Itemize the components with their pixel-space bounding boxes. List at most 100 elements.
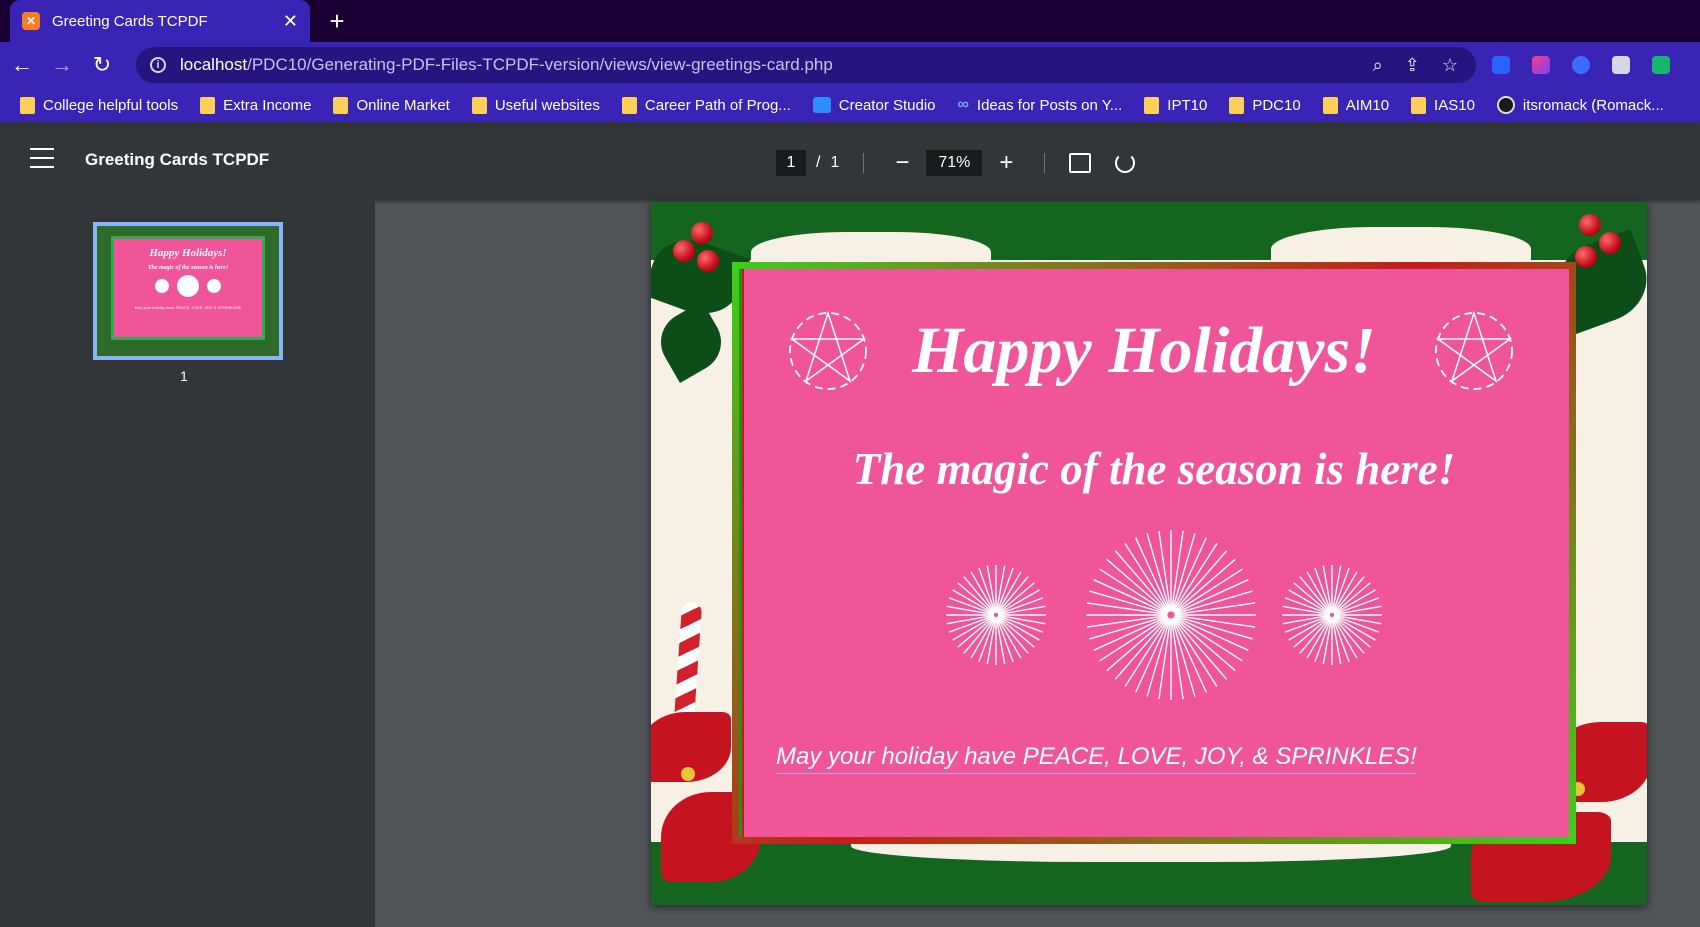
tab-title: Greeting Cards TCPDF — [52, 12, 208, 30]
starburst-left-icon — [946, 565, 1046, 665]
thumbnail-footer: May your holiday have PEACE, LOVE, JOY, … — [134, 305, 242, 310]
total-pages: 1 — [830, 154, 840, 171]
holly-berry — [673, 240, 695, 262]
page-separator: / — [816, 154, 821, 171]
zoom-icon[interactable]: ⌕ — [1373, 55, 1383, 76]
folder-icon — [621, 96, 637, 114]
folder-icon — [471, 96, 487, 114]
fit-to-page-icon[interactable] — [1069, 153, 1092, 173]
thumbnail-sidebar: Happy Holidays! The magic of the season … — [0, 200, 375, 927]
bookmark-label: AIM10 — [1345, 96, 1390, 114]
bookmark-label: Ideas for Posts on Y... — [976, 96, 1123, 114]
pdf-page: Happy Holidays! The magic of the season … — [651, 202, 1647, 905]
forward-button[interactable]: → — [44, 47, 80, 83]
new-tab-button[interactable]: + — [322, 6, 352, 36]
zoom-input[interactable]: 71% — [926, 150, 983, 176]
camera-extension-icon[interactable] — [1612, 56, 1630, 74]
bookmark-label: IAS10 — [1434, 96, 1475, 114]
folder-icon — [333, 96, 349, 114]
back-button[interactable]: ← — [4, 47, 40, 83]
close-tab-icon[interactable]: ✕ — [283, 11, 298, 32]
reload-button[interactable]: ↻ — [84, 47, 120, 83]
bookmark-item[interactable]: ∞ Ideas for Posts on Y... — [958, 96, 1123, 114]
url-path: /PDC10/Generating-PDF-Files-TCPDF-versio… — [247, 55, 833, 74]
pentagram-right-icon — [1435, 310, 1513, 390]
extension-icon[interactable] — [1572, 56, 1590, 74]
meta-icon: ∞ — [957, 96, 969, 113]
site-info-icon[interactable]: i — [150, 57, 166, 73]
bookmark-label: Online Market — [356, 96, 450, 114]
bookmark-star-icon[interactable]: ☆ — [1442, 55, 1458, 76]
bookmark-item[interactable]: IAS10 — [1411, 96, 1475, 114]
bookmark-label: Creator Studio — [838, 96, 936, 114]
page-thumbnail[interactable]: Happy Holidays! The magic of the season … — [93, 222, 283, 360]
bookmark-label: itsromack (Romack... — [1522, 96, 1664, 114]
pdf-toolbar: Greeting Cards TCPDF 1 / 1 − 71% + — [0, 122, 1700, 200]
flower-center — [681, 767, 695, 781]
card-footer-link[interactable]: May your holiday have PEACE, LOVE, JOY, … — [776, 743, 1417, 774]
holly-berry — [697, 250, 719, 272]
starburst-center-icon — [1086, 530, 1256, 700]
grammarly-extension-icon[interactable] — [1652, 56, 1670, 74]
address-bar[interactable]: i localhost/PDC10/Generating-PDF-Files-T… — [136, 47, 1476, 83]
holly-berry — [1599, 232, 1621, 254]
browser-tab[interactable]: ✕ Greeting Cards TCPDF ✕ — [10, 0, 310, 42]
thumbnail-title: Happy Holidays! — [149, 247, 227, 259]
bookmark-item[interactable]: Useful websites — [471, 96, 600, 114]
zoom-out-button[interactable]: − — [888, 149, 916, 177]
pentagram-left-icon — [789, 310, 867, 390]
extension-icon[interactable] — [1532, 56, 1550, 74]
tab-strip: ✕ Greeting Cards TCPDF ✕ + — [0, 0, 1700, 42]
bookmark-item[interactable]: IPT10 — [1144, 96, 1208, 114]
holly-berry — [1575, 246, 1597, 268]
thumbnail-card: Happy Holidays! The magic of the season … — [111, 236, 265, 340]
url-host: localhost — [180, 55, 248, 74]
creator-studio-icon — [812, 97, 831, 113]
thumbnail-page-number: 1 — [180, 368, 188, 384]
page-controls: 1 / 1 − 71% + — [776, 149, 1136, 177]
pdf-title: Greeting Cards TCPDF — [85, 150, 270, 169]
bookmark-label: IPT10 — [1167, 96, 1208, 114]
holly-berry — [691, 222, 713, 244]
card-frame-inner: Happy Holidays! The magic of the season … — [739, 269, 1569, 837]
folder-icon — [1229, 96, 1245, 114]
bookmark-label: PDC10 — [1252, 96, 1301, 114]
bookmark-label: Career Path of Prog... — [644, 96, 791, 114]
bookmark-item[interactable]: itsromack (Romack... — [1496, 96, 1664, 114]
thumbnail-subtitle: The magic of the season is here! — [147, 265, 229, 271]
extensions-area — [1492, 47, 1670, 83]
folder-icon — [1144, 96, 1160, 114]
card-title: Happy Holidays! — [912, 314, 1376, 387]
folder-icon — [200, 96, 216, 114]
rotate-icon[interactable] — [1115, 153, 1136, 173]
bookmark-item[interactable]: College helpful tools — [20, 96, 179, 114]
bookmark-item[interactable]: Extra Income — [200, 96, 312, 114]
holly-berry — [1579, 214, 1601, 236]
xampp-icon: ✕ — [22, 12, 40, 30]
folder-icon — [1322, 96, 1338, 114]
card-frame: Happy Holidays! The magic of the season … — [732, 262, 1576, 844]
bookmark-item[interactable]: Creator Studio — [812, 96, 936, 114]
menu-icon[interactable] — [30, 148, 54, 168]
divider — [1044, 153, 1046, 173]
bookmark-label: Extra Income — [223, 96, 312, 114]
holly-leaf — [651, 301, 732, 383]
bookmark-item[interactable]: AIM10 — [1322, 96, 1390, 114]
folder-icon — [20, 96, 35, 114]
folder-icon — [1411, 96, 1427, 114]
bookmarks-bar: College helpful tools Extra Income Onlin… — [0, 88, 1700, 122]
starburst-right-icon — [1282, 565, 1382, 665]
zoom-in-button[interactable]: + — [992, 149, 1020, 177]
github-icon — [1496, 96, 1515, 114]
bookmark-label: College helpful tools — [43, 96, 179, 114]
bookmark-item[interactable]: Online Market — [333, 96, 450, 114]
bookmark-item[interactable]: PDC10 — [1229, 96, 1301, 114]
page-number-input[interactable]: 1 — [776, 150, 806, 176]
bitwarden-extension-icon[interactable] — [1492, 56, 1510, 74]
browser-toolbar: ← → ↻ i localhost/PDC10/Generating-PDF-F… — [0, 42, 1700, 88]
address-bar-actions: ⌕ ⇪ ☆ — [1373, 47, 1458, 83]
thumbnail-bursts — [114, 275, 262, 297]
card-body: Happy Holidays! The magic of the season … — [744, 273, 1563, 831]
bookmark-item[interactable]: Career Path of Prog... — [621, 96, 791, 114]
share-icon[interactable]: ⇪ — [1405, 55, 1420, 76]
